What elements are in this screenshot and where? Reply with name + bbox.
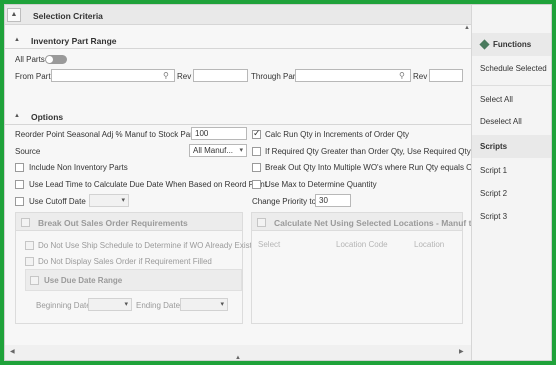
inventory-part-range-title: Inventory Part Range — [31, 36, 117, 46]
calculate-net-panel: Calculate Net Using Selected Locations -… — [251, 212, 487, 324]
script-1[interactable]: Script 1 — [472, 159, 551, 182]
due-date-range-box: Use Due Date Range — [25, 269, 242, 291]
collapse-triangle-icon[interactable]: ▲ — [14, 113, 20, 119]
rev-input-1[interactable] — [193, 69, 248, 82]
reorder-point-label: Reorder Point Seasonal Adj % Manuf to St… — [15, 130, 200, 139]
break-out-qty-checkbox[interactable] — [252, 163, 261, 172]
rev-label-1: Rev — [177, 72, 192, 81]
break-out-sales-checkbox[interactable] — [21, 218, 30, 227]
include-non-inventory-checkbox[interactable] — [15, 163, 24, 172]
lead-time-checkbox[interactable] — [15, 180, 24, 189]
change-priority-input[interactable]: 30 — [315, 194, 351, 207]
search-icon[interactable]: ⚲ — [163, 71, 172, 80]
scroll-right-icon[interactable]: ▶ — [459, 348, 464, 355]
due-date-range-label: Use Due Date Range — [44, 276, 123, 285]
due-date-range-checkbox[interactable] — [30, 276, 39, 285]
from-part-label: From Part — [15, 72, 51, 81]
no-ship-schedule-checkbox[interactable] — [25, 241, 34, 250]
collapse-triangle-icon[interactable]: ▲ — [14, 37, 20, 43]
calculate-net-checkbox[interactable] — [257, 218, 266, 227]
cutoff-date-checkbox[interactable] — [15, 197, 24, 206]
use-max-label: Use Max to Determine Quantity — [265, 180, 377, 189]
expand-up-icon[interactable]: ▲ — [235, 355, 241, 360]
script-2[interactable]: Script 2 — [472, 182, 551, 205]
column-header-select[interactable]: Select — [258, 240, 280, 249]
scroll-up-icon[interactable]: ▲ — [464, 25, 470, 31]
cube-icon — [479, 39, 490, 50]
ending-date-label: Ending Date — [136, 301, 181, 310]
calc-run-qty-label: Calc Run Qty in Increments of Order Qty — [265, 130, 410, 139]
break-out-qty-label: Break Out Qty Into Multiple WO's where R… — [265, 163, 487, 172]
from-part-input[interactable]: ⚲ — [51, 69, 175, 82]
functions-title: Functions — [493, 40, 532, 49]
calc-run-qty-checkbox[interactable] — [252, 128, 261, 139]
all-parts-label: All Parts — [15, 55, 45, 64]
source-label: Source — [15, 147, 41, 156]
column-header-location-code[interactable]: Location Code — [336, 240, 388, 249]
no-ship-schedule-label: Do Not Use Ship Schedule to Determine if… — [38, 241, 256, 250]
collapse-up-icon[interactable]: ▲ — [7, 8, 21, 22]
through-part-input[interactable]: ⚲ — [295, 69, 411, 82]
no-display-label: Do Not Display Sales Order if Requiremen… — [38, 257, 212, 266]
function-deselect-all[interactable]: Deselect All — [472, 110, 551, 133]
selection-criteria-header: ▲ Selection Criteria — [5, 5, 471, 25]
reorder-point-input[interactable]: 100 — [191, 127, 247, 140]
cutoff-date-label: Use Cutoff Date — [29, 197, 86, 206]
window-frame: ▲ Selection Criteria ▲ Inventory Part Ra… — [4, 4, 552, 361]
horizontal-scrollbar[interactable]: ◀ ▶ ▲ — [5, 345, 471, 360]
chevron-down-icon[interactable]: ▾ — [121, 195, 125, 206]
use-max-checkbox[interactable] — [252, 180, 261, 189]
rev-label-2: Rev — [413, 72, 428, 81]
vertical-scrollbar[interactable]: ▲ — [463, 25, 471, 345]
beginning-date-label: Beginning Date — [36, 301, 91, 310]
column-header-location[interactable]: Location — [414, 240, 444, 249]
beginning-date-input[interactable]: ▾ — [88, 298, 132, 311]
reorder-point-value: 100 — [195, 129, 209, 138]
search-icon[interactable]: ⚲ — [399, 71, 408, 80]
functions-sidebar: Functions Schedule Selected Select All D… — [471, 5, 551, 360]
cutoff-date-input[interactable]: ▾ — [89, 194, 129, 207]
lead-time-label: Use Lead Time to Calculate Due Date When… — [29, 180, 267, 189]
change-priority-label: Change Priority to — [252, 197, 317, 206]
all-parts-toggle[interactable] — [45, 55, 67, 64]
scripts-header: Scripts — [472, 135, 551, 158]
calculate-net-title: Calculate Net Using Selected Locations -… — [274, 218, 488, 228]
function-schedule-selected[interactable]: Schedule Selected — [472, 57, 551, 80]
include-non-inventory-label: Include Non Inventory Parts — [29, 163, 128, 172]
if-required-checkbox[interactable] — [252, 147, 261, 156]
through-part-label: Through Part — [251, 72, 298, 81]
rev-input-2[interactable] — [429, 69, 463, 82]
chevron-down-icon[interactable]: ▾ — [220, 299, 224, 310]
ending-date-input[interactable]: ▾ — [180, 298, 228, 311]
source-value: All Manuf... — [193, 146, 234, 155]
sales-order-panel: Break Out Sales Order Requirements Do No… — [15, 212, 256, 324]
source-select[interactable]: All Manuf... ▾ — [189, 144, 247, 157]
options-header[interactable] — [5, 107, 471, 125]
options-title: Options — [31, 112, 64, 122]
separator — [472, 85, 551, 86]
if-required-label: If Required Qty Greater than Order Qty, … — [265, 147, 471, 156]
scroll-left-icon[interactable]: ◀ — [10, 348, 15, 355]
change-priority-value: 30 — [319, 196, 328, 205]
function-select-all[interactable]: Select All — [472, 88, 551, 111]
chevron-down-icon[interactable]: ▾ — [124, 299, 128, 310]
break-out-sales-title: Break Out Sales Order Requirements — [38, 218, 188, 228]
selection-criteria-title: Selection Criteria — [33, 11, 103, 21]
toggle-knob — [46, 56, 53, 63]
script-3[interactable]: Script 3 — [472, 205, 551, 228]
functions-header: Functions — [472, 33, 551, 56]
main-panel: ▲ Selection Criteria ▲ Inventory Part Ra… — [5, 5, 487, 360]
no-display-checkbox[interactable] — [25, 257, 34, 266]
chevron-down-icon[interactable]: ▾ — [239, 145, 243, 156]
